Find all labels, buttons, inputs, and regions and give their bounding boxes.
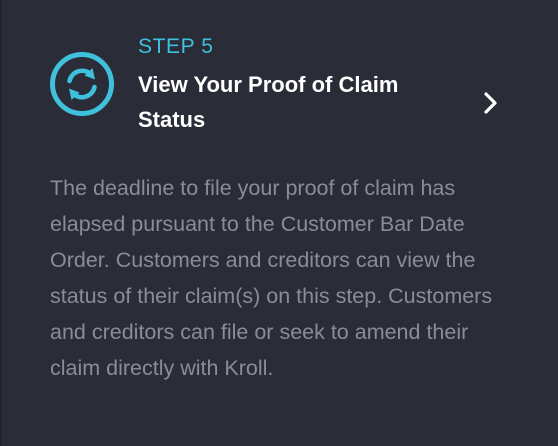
step-title[interactable]: View Your Proof of Claim Status — [138, 67, 458, 137]
step-card[interactable]: STEP 5 View Your Proof of Claim Status T… — [0, 0, 558, 446]
step-number-label: STEP 5 — [138, 35, 214, 58]
refresh-icon — [49, 51, 115, 117]
step-description: The deadline to file your proof of claim… — [50, 176, 493, 380]
card-edge-divider — [0, 0, 2, 446]
chevron-right-icon[interactable] — [480, 90, 502, 116]
